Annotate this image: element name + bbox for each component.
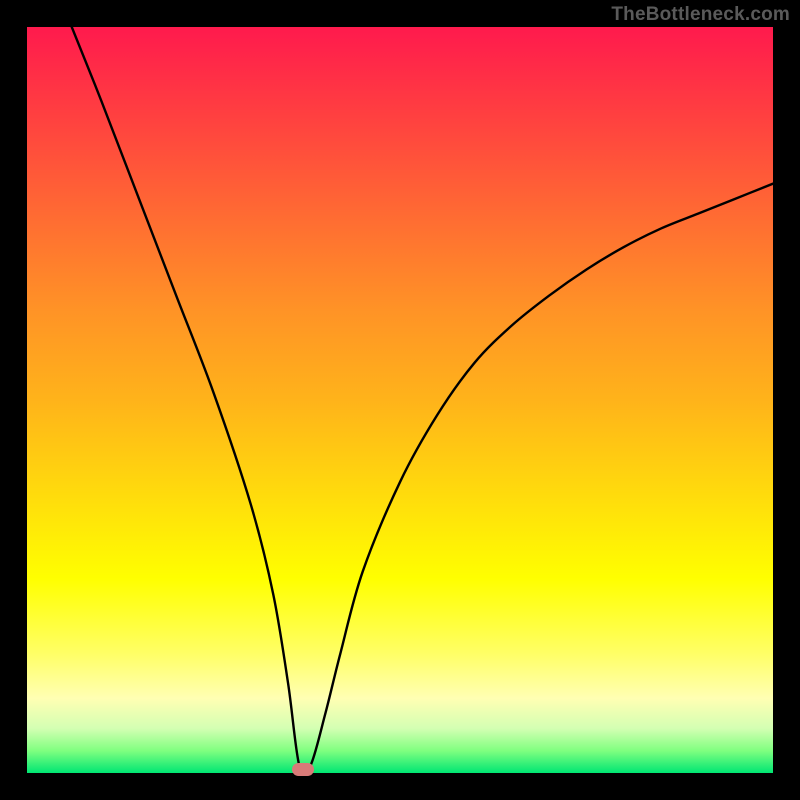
optimal-point-marker [292, 763, 314, 776]
outer-frame: TheBottleneck.com [0, 0, 800, 800]
watermark-text: TheBottleneck.com [611, 4, 790, 26]
bottleneck-curve [27, 27, 773, 773]
plot-area [27, 27, 773, 773]
